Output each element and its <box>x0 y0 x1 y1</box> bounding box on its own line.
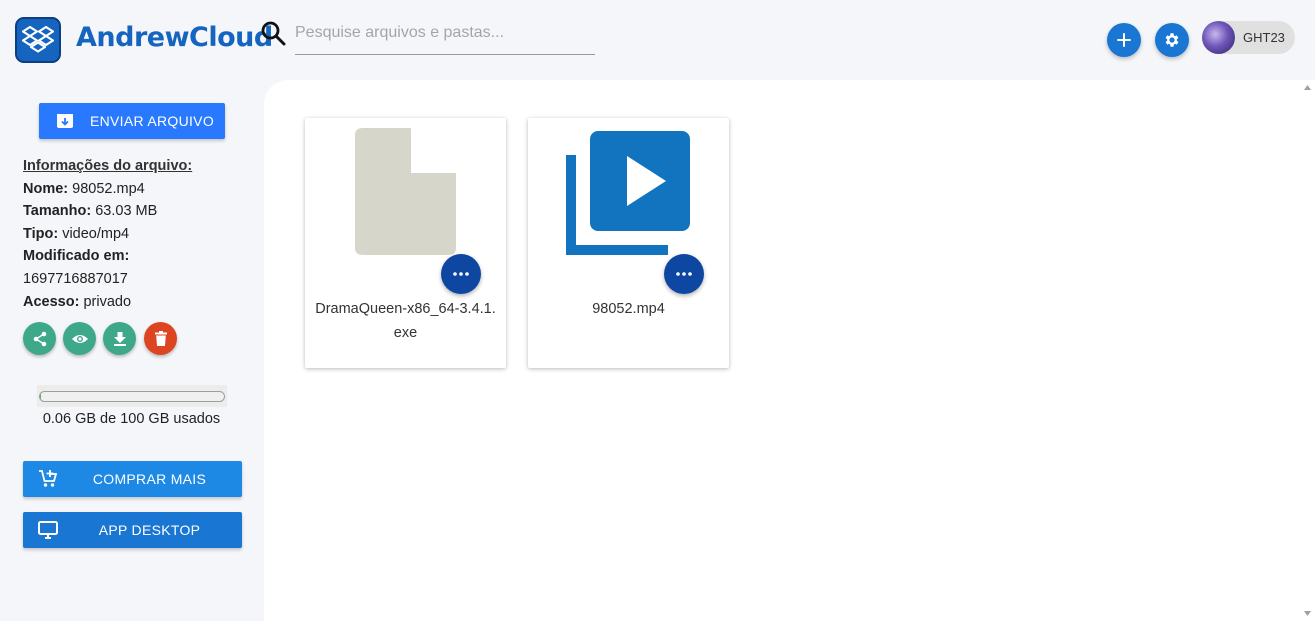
video-library-icon <box>566 131 690 255</box>
storage-progress-bar <box>39 391 225 402</box>
file-options-button[interactable] <box>441 254 481 294</box>
file-name: 98052.mp4 <box>592 301 665 317</box>
share-icon <box>33 331 46 346</box>
add-shopping-cart-icon <box>39 470 58 487</box>
file-type-row: Tipo: video/mp4 <box>23 225 130 242</box>
dropbox-logo-icon[interactable] <box>15 17 61 63</box>
upload-box-icon <box>57 114 73 128</box>
settings-button[interactable] <box>1155 23 1189 57</box>
file-access-value: privado <box>83 293 132 310</box>
app-title[interactable]: AndrewCloud <box>76 22 273 53</box>
file-info: Informações do arquivo: Nome: 98052.mp4 … <box>23 155 192 313</box>
file-name: DramaQueen-x86_64-3.4.1.exe <box>315 301 496 341</box>
file-access-row: Acesso: privado <box>23 293 132 310</box>
file-card[interactable]: 98052.mp4 <box>528 118 729 368</box>
vertical-scrollbar[interactable] <box>1300 80 1315 621</box>
file-type-value: video/mp4 <box>62 225 130 242</box>
avatar <box>1202 21 1235 54</box>
search-icon[interactable] <box>260 20 286 46</box>
delete-button[interactable] <box>144 322 177 355</box>
file-options-button[interactable] <box>664 254 704 294</box>
generic-file-icon <box>355 128 456 255</box>
file-size-row: Tamanho: 63.03 MB <box>23 203 158 220</box>
trash-icon <box>154 331 167 346</box>
file-modified-value: 1697716887017 <box>23 270 128 287</box>
upload-file-button[interactable]: ENVIAR ARQUIVO <box>39 103 225 139</box>
file-name-row: Nome: 98052.mp4 <box>23 180 145 197</box>
file-name-value: 98052.mp4 <box>72 180 145 197</box>
more-horizontal-icon <box>453 272 469 276</box>
desktop-monitor-icon <box>38 521 58 539</box>
search-input[interactable] <box>295 18 595 55</box>
download-icon <box>113 332 126 346</box>
file-area: DramaQueen-x86_64-3.4.1.exe 98052.mp4 <box>264 80 1300 621</box>
file-size-value: 63.03 MB <box>95 203 158 220</box>
user-name: GHT23 <box>1243 30 1285 45</box>
storage-usage-text: 0.06 GB de 100 GB usados <box>42 411 221 427</box>
gear-icon <box>1165 33 1179 47</box>
more-horizontal-icon <box>676 272 692 276</box>
storage-meter <box>37 385 227 407</box>
upload-file-label: ENVIAR ARQUIVO <box>90 113 215 129</box>
share-button[interactable] <box>23 322 56 355</box>
file-modified-label: Modificado em: <box>23 248 130 265</box>
eye-icon <box>71 334 88 343</box>
file-card[interactable]: DramaQueen-x86_64-3.4.1.exe <box>305 118 506 368</box>
top-bar: AndrewCloud GHT23 <box>0 0 1315 80</box>
buy-more-button[interactable]: COMPRAR MAIS <box>23 461 242 497</box>
user-menu[interactable]: GHT23 <box>1202 21 1295 54</box>
preview-button[interactable] <box>63 322 96 355</box>
desktop-app-button[interactable]: APP DESKTOP <box>23 512 242 548</box>
sidebar: ENVIAR ARQUIVO Informações do arquivo: N… <box>0 80 263 621</box>
file-info-title: Informações do arquivo: <box>23 158 193 174</box>
plus-icon <box>1117 33 1131 47</box>
add-button[interactable] <box>1107 23 1141 57</box>
download-button[interactable] <box>103 322 136 355</box>
